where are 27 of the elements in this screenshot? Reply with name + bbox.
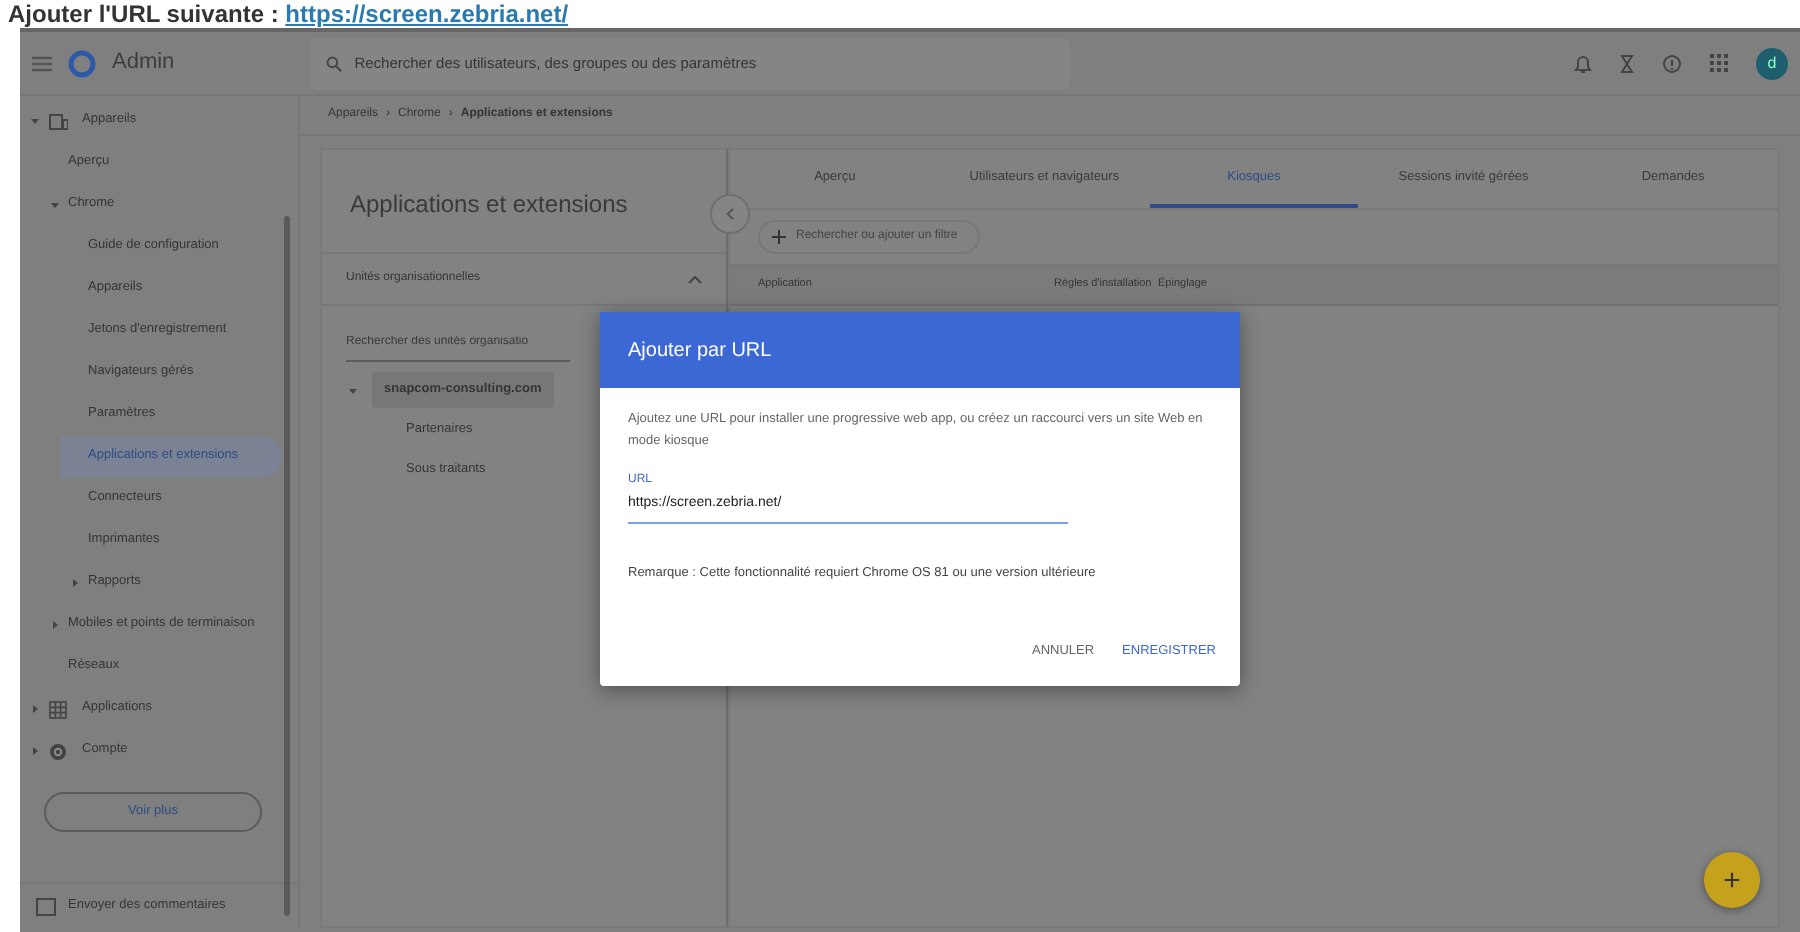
devices-icon bbox=[48, 111, 68, 131]
caret-icon[interactable] bbox=[68, 576, 82, 590]
menu-icon[interactable] bbox=[32, 55, 52, 71]
caret-icon[interactable] bbox=[48, 198, 62, 212]
logo-icon bbox=[68, 49, 96, 77]
account-avatar[interactable]: d bbox=[1756, 47, 1788, 79]
feedback-icon[interactable] bbox=[36, 897, 56, 916]
caret-icon[interactable] bbox=[346, 383, 360, 397]
instruction-link[interactable]: https://screen.zebria.net/ bbox=[285, 0, 569, 28]
instruction-text: Ajouter l'URL suivante : bbox=[8, 0, 279, 28]
caret-icon[interactable] bbox=[28, 702, 42, 716]
scrollbar[interactable] bbox=[284, 216, 290, 916]
collapse-button[interactable] bbox=[710, 194, 750, 234]
caret-icon[interactable] bbox=[688, 274, 702, 284]
hourglass-icon[interactable] bbox=[1620, 53, 1634, 73]
product-name: Admin bbox=[112, 48, 175, 79]
chevron-left-icon bbox=[726, 207, 734, 220]
plus-icon bbox=[772, 230, 786, 244]
dialog-title: Ajouter par URL bbox=[600, 312, 1240, 388]
help-icon[interactable] bbox=[1662, 53, 1682, 73]
caret-icon[interactable] bbox=[28, 114, 42, 128]
bell-icon[interactable] bbox=[1574, 53, 1592, 73]
caret-icon[interactable] bbox=[28, 744, 42, 758]
search-icon bbox=[326, 55, 343, 71]
apps-grid-icon[interactable] bbox=[1710, 54, 1728, 72]
apps-grid-icon bbox=[48, 699, 68, 719]
caret-icon[interactable] bbox=[48, 618, 62, 632]
